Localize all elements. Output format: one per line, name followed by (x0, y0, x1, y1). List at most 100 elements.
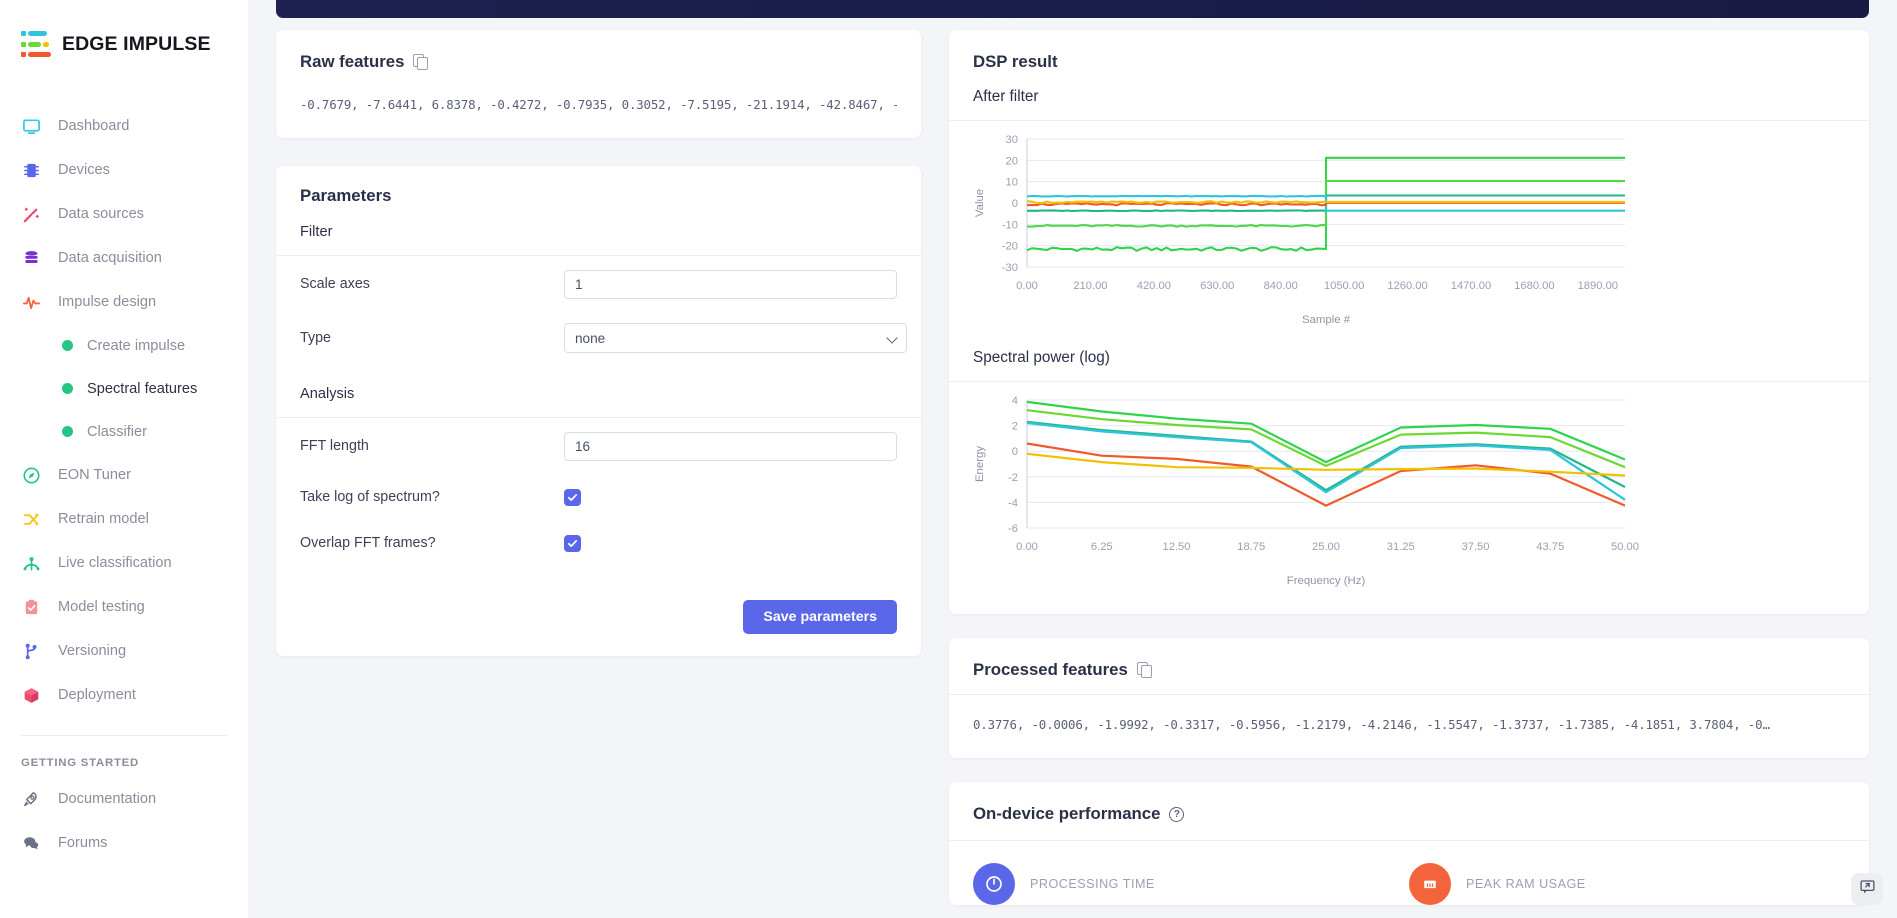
scale-axes-input[interactable] (564, 269, 897, 299)
check-icon (567, 539, 578, 547)
feedback-icon (1859, 878, 1876, 900)
status-dot-icon (62, 340, 73, 351)
after-filter-chart: 30 20 10 0 -10 -20 -30 0.00 210.00 420.00 630.00 84… (949, 121, 1869, 335)
sidebar-item-spectral-features[interactable]: Spectral features (0, 367, 248, 410)
antenna-icon (21, 553, 41, 573)
svg-text:20: 20 (1006, 155, 1018, 167)
sidebar-item-data-sources[interactable]: Data sources (0, 192, 248, 236)
check-icon (567, 493, 578, 501)
svg-text:1260.00: 1260.00 (1387, 280, 1427, 292)
sidebar-divider (21, 735, 227, 736)
on-device-title: On-device performance (973, 804, 1161, 823)
svg-text:4: 4 (1012, 395, 1018, 407)
edge-impulse-logo-icon (21, 31, 51, 57)
svg-text:2: 2 (1012, 421, 1018, 433)
shuffle-icon (21, 509, 41, 529)
take-log-label: Take log of spectrum? (300, 489, 440, 505)
right-column: DSP result After filter 30 20 10 0 -10 -20 -30… (949, 30, 1869, 918)
take-log-checkbox[interactable] (564, 488, 581, 506)
copy-icon[interactable] (413, 54, 429, 70)
sidebar-item-create-impulse[interactable]: Create impulse (0, 324, 248, 367)
after-filter-plot: 30 20 10 0 -10 -20 -30 0.00 210.00 420.00 630.00 84… (974, 134, 1625, 326)
sidebar-item-label: Documentation (58, 791, 157, 807)
question-circle-icon[interactable]: ? (1169, 806, 1185, 822)
on-device-title-row: On-device performance ? (949, 782, 1869, 840)
processed-features-title: Processed features (973, 660, 1128, 679)
svg-text:210.00: 210.00 (1073, 280, 1107, 292)
type-select[interactable]: none (564, 323, 907, 353)
sidebar-item-deployment[interactable]: Deployment (0, 673, 248, 717)
svg-text:31.25: 31.25 (1387, 541, 1415, 553)
scale-axes-label: Scale axes (300, 276, 370, 292)
svg-text:1890.00: 1890.00 (1578, 280, 1618, 292)
sidebar-item-model-testing[interactable]: Model testing (0, 585, 248, 629)
svg-text:12.50: 12.50 (1163, 541, 1191, 553)
svg-text:0: 0 (1012, 446, 1018, 458)
sidebar-item-classifier[interactable]: Classifier (0, 410, 248, 453)
parameters-card: Parameters Filter Scale axes Type none (276, 166, 921, 656)
chat-icon (21, 833, 41, 853)
status-dot-icon (62, 383, 73, 394)
svg-text:-10: -10 (1002, 219, 1018, 231)
type-row: Type none (276, 312, 921, 364)
svg-text:-30: -30 (1002, 262, 1018, 274)
sidebar-item-forums[interactable]: Forums (0, 821, 248, 865)
overlap-label: Overlap FFT frames? (300, 535, 436, 551)
cube-icon (21, 685, 41, 705)
fft-length-label: FFT length (300, 438, 369, 454)
svg-text:0.00: 0.00 (1016, 280, 1038, 292)
main-content: Raw features -0.7679, -7.6441, 6.8378, -… (248, 0, 1897, 918)
sidebar-item-label: Data sources (58, 206, 144, 222)
processed-features-title-row: Processed features (949, 638, 1869, 694)
sidebar-item-versioning[interactable]: Versioning (0, 629, 248, 673)
git-branch-icon (21, 641, 41, 661)
svg-text:6.25: 6.25 (1091, 541, 1113, 553)
svg-text:37.50: 37.50 (1462, 541, 1490, 553)
svg-text:43.75: 43.75 (1536, 541, 1564, 553)
feedback-button[interactable] (1851, 873, 1883, 905)
raw-features-title-row: Raw features (300, 52, 897, 72)
fft-length-input[interactable] (564, 431, 897, 461)
parameters-title-text: Parameters (300, 186, 392, 205)
svg-text:420.00: 420.00 (1137, 280, 1171, 292)
sidebar-item-data-acquisition[interactable]: Data acquisition (0, 236, 248, 280)
sidebar-item-label: EON Tuner (58, 467, 131, 483)
dsp-result-title-row: DSP result (949, 30, 1869, 88)
sidebar-item-label: Data acquisition (58, 250, 162, 266)
peak-ram-metric: PEAK RAM USAGE (1409, 863, 1845, 905)
sidebar-item-label: Versioning (58, 643, 127, 659)
sidebar-item-label: Impulse design (58, 294, 157, 310)
processed-features-card: Processed features 0.3776, -0.0006, -1.9… (949, 638, 1869, 758)
svg-text:-4: -4 (1008, 497, 1018, 509)
sidebar-item-label: Model testing (58, 599, 145, 615)
overlap-checkbox[interactable] (564, 534, 581, 552)
left-column: Raw features -0.7679, -7.6441, 6.8378, -… (276, 30, 921, 918)
sidebar-section-getting-started: GETTING STARTED (21, 757, 139, 769)
take-log-row: Take log of spectrum? (276, 474, 921, 520)
sidebar-item-retrain-model[interactable]: Retrain model (0, 497, 248, 541)
sidebar-item-eon-tuner[interactable]: EON Tuner (0, 453, 248, 497)
rocket-icon (21, 789, 41, 809)
processing-time-label: PROCESSING TIME (1030, 877, 1155, 891)
chip-icon (21, 160, 41, 180)
copy-icon[interactable] (1136, 662, 1152, 678)
svg-text:1050.00: 1050.00 (1324, 280, 1364, 292)
svg-text:630.00: 630.00 (1200, 280, 1234, 292)
svg-text:30: 30 (1006, 134, 1018, 146)
sidebar-item-dashboard[interactable]: Dashboard (0, 104, 248, 148)
memory-icon (1409, 863, 1451, 905)
compass-icon (21, 465, 41, 485)
sidebar-item-documentation[interactable]: Documentation (0, 777, 248, 821)
spectral-power-plot: 4 2 0 -2 -4 -6 0.00 6.25 12.50 18.75 25.00 31.25 37.… (974, 395, 1639, 587)
sidebar-item-devices[interactable]: Devices (0, 148, 248, 192)
sidebar-item-impulse-design[interactable]: Impulse design (0, 280, 248, 324)
svg-text:1680.00: 1680.00 (1514, 280, 1554, 292)
sidebar-item-live-classification[interactable]: Live classification (0, 541, 248, 585)
sidebar-item-label: Classifier (87, 423, 148, 440)
monitor-icon (21, 116, 41, 136)
sidebar-item-label: Dashboard (58, 118, 130, 134)
save-parameters-button[interactable]: Save parameters (743, 600, 897, 634)
svg-text:1470.00: 1470.00 (1451, 280, 1491, 292)
brand-logo[interactable]: EDGE IMPULSE (0, 26, 248, 62)
svg-text:50.00: 50.00 (1611, 541, 1639, 553)
